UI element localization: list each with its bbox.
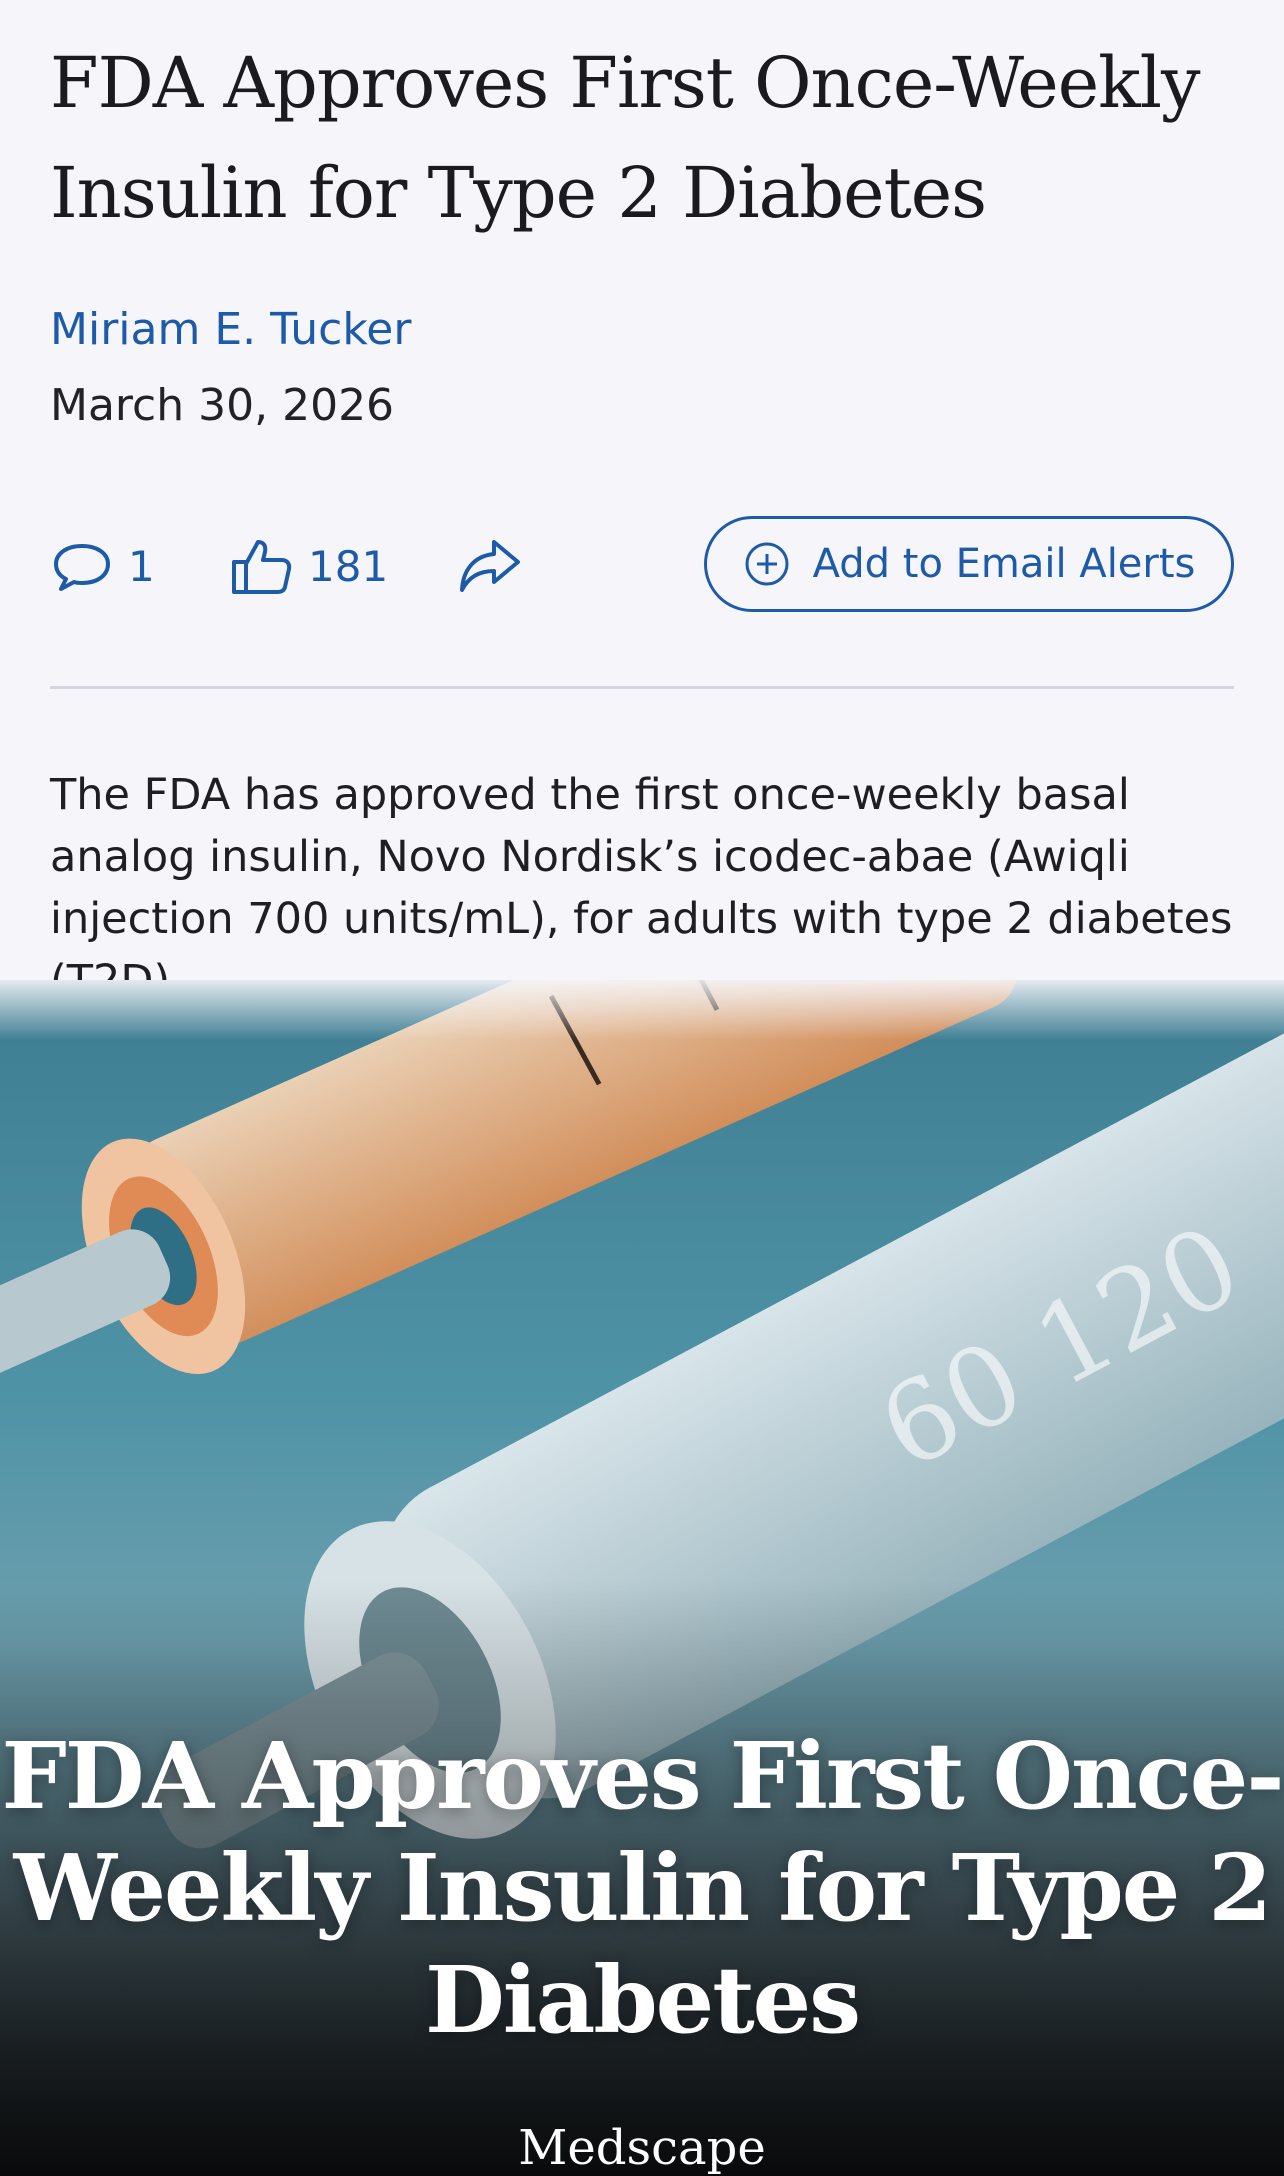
like-button[interactable]: 181	[228, 516, 388, 616]
article-actions-bar: 1 181 Add to Email Alerts	[50, 516, 1234, 616]
thumbs-up-icon	[232, 540, 292, 594]
share-button[interactable]	[454, 516, 524, 616]
section-divider	[50, 686, 1234, 689]
article-lede: The FDA has approved the first once-week…	[50, 770, 1233, 1006]
email-alerts-label: Add to Email Alerts	[812, 541, 1196, 587]
hero-image: 60 120 FDA Approves First Once-Weekly In…	[0, 980, 1284, 2176]
likes-count: 181	[308, 541, 389, 591]
author-link[interactable]: Miriam E. Tucker	[50, 300, 411, 360]
brand-logo: Medscape	[518, 2120, 766, 2176]
publish-date: March 30, 2026	[50, 380, 395, 431]
plus-circle-icon	[745, 542, 789, 586]
add-email-alerts-button[interactable]: Add to Email Alerts	[704, 516, 1234, 612]
hero-overlay-title: FDA Approves First Once-Weekly Insulin f…	[1, 1722, 1284, 2054]
comments-button[interactable]: 1	[50, 516, 155, 616]
share-arrow-icon	[460, 540, 520, 592]
comment-bubble-icon	[54, 544, 110, 591]
article-title: FDA Approves First Once-Weekly Insulin f…	[50, 42, 1201, 234]
comments-count: 1	[128, 541, 155, 591]
